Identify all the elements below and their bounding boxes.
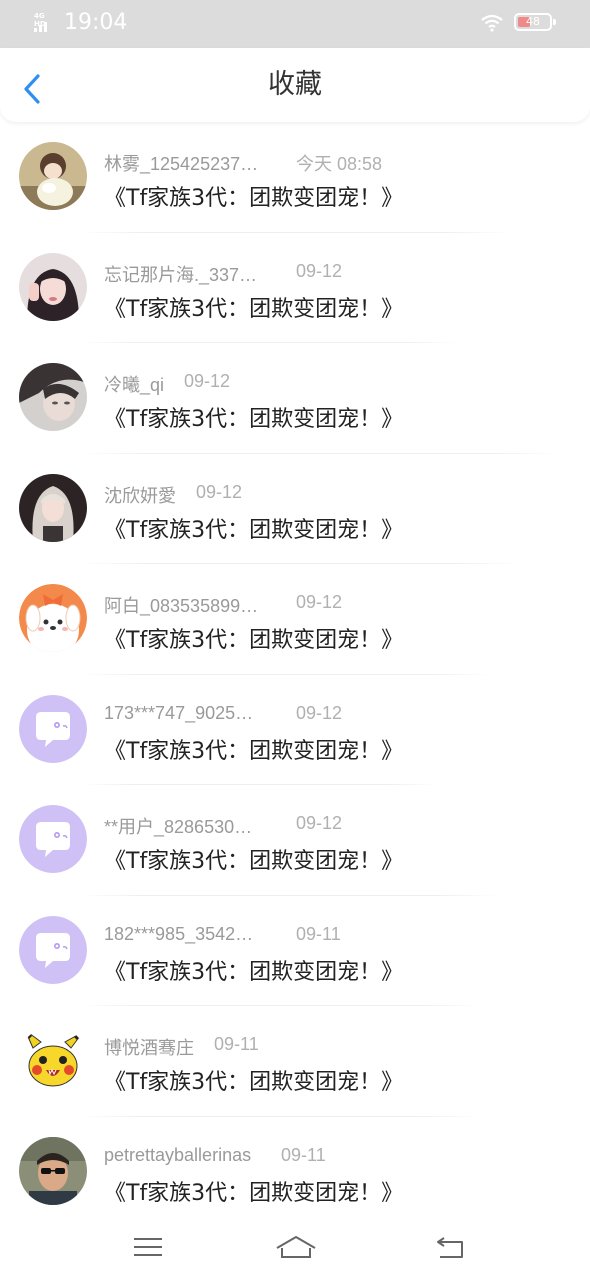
list-item[interactable]: 173***747_9025… 09-12 《Tf家族3代：团欺变团宠！》: [0, 675, 590, 785]
avatar[interactable]: [19, 252, 87, 321]
item-time: 09-12: [296, 260, 343, 281]
list-item[interactable]: petrettayballerinas 09-11 《Tf家族3代：团欺变团宠！》: [0, 1117, 590, 1228]
item-username: 173***747_9025…: [104, 702, 254, 723]
status-bar: 4G HD 19:04 48: [0, 0, 590, 48]
battery-icon: 48: [514, 13, 556, 31]
avatar[interactable]: [19, 915, 87, 984]
item-username: 林雾_125425237…: [104, 154, 259, 174]
list-item[interactable]: **用户_8286530… 09-12 《Tf家族3代：团欺变团宠！》: [0, 785, 590, 896]
item-message: 《Tf家族3代：团欺变团宠！》: [104, 849, 404, 874]
item-username: petrettayballerinas: [104, 1144, 252, 1165]
item-time: 09-12: [296, 702, 343, 723]
wifi-icon: [481, 14, 503, 32]
battery-level: 48: [526, 15, 540, 28]
item-message: 《Tf家族3代：团欺变团宠！》: [104, 407, 404, 432]
avatar[interactable]: [19, 694, 87, 763]
list-item[interactable]: 182***985_3542… 09-11 《Tf家族3代：团欺变团宠！》: [0, 896, 590, 1006]
header: 收藏: [0, 48, 590, 122]
item-username: 阿白_083535899…: [104, 596, 259, 616]
item-username: 182***985_3542…: [104, 923, 254, 944]
item-username: 忘记那片海._337…: [104, 264, 258, 285]
item-time: 09-12: [296, 592, 343, 612]
item-time: 09-11: [281, 1144, 326, 1165]
item-time: 今天 08:58: [296, 154, 383, 174]
avatar[interactable]: [19, 473, 87, 542]
list-item[interactable]: 冷曦_qi 09-12 《Tf家族3代：团欺变团宠！》: [0, 343, 590, 454]
avatar[interactable]: [19, 1026, 87, 1094]
list-item[interactable]: 博悦酒骞庄 09-11 《Tf家族3代：团欺变团宠！》: [0, 1006, 590, 1117]
list-item[interactable]: 沈欣妍愛 09-12 《Tf家族3代：团欺变团宠！》: [0, 454, 590, 564]
status-time: 19:04: [64, 10, 128, 35]
item-message: 《Tf家族3代：团欺变团宠！》: [104, 186, 404, 211]
item-message: 《Tf家族3代：团欺变团宠！》: [104, 517, 404, 543]
item-time: 09-12: [296, 813, 343, 833]
avatar[interactable]: [19, 1136, 87, 1205]
item-message: 《Tf家族3代：团欺变团宠！》: [104, 1180, 404, 1206]
list-item[interactable]: 阿白_083535899… 09-12 《Tf家族3代：团欺变团宠！》: [0, 564, 590, 675]
list-item[interactable]: 忘记那片海._337… 09-12 《Tf家族3代：团欺变团宠！》: [0, 233, 590, 343]
item-time: 09-12: [184, 371, 231, 391]
item-message: 《Tf家族3代：团欺变团宠！》: [104, 1070, 404, 1095]
home-icon[interactable]: [274, 1232, 318, 1262]
page-title: 收藏: [268, 69, 322, 100]
item-username: **用户_8286530…: [104, 817, 253, 837]
back-icon[interactable]: [432, 1232, 472, 1262]
system-nav-bar: [0, 1214, 590, 1280]
item-time: 09-12: [196, 481, 243, 502]
item-username: 沈欣妍愛: [104, 485, 176, 506]
item-username: 冷曦_qi: [104, 375, 165, 395]
item-message: 《Tf家族3代：团欺变团宠！》: [104, 959, 404, 985]
item-username: 博悦酒骞庄: [104, 1038, 194, 1058]
avatar[interactable]: [19, 363, 87, 431]
item-message: 《Tf家族3代：团欺变团宠！》: [104, 738, 404, 764]
item-time: 09-11: [214, 1034, 259, 1054]
signal-icon: 4G HD: [34, 12, 56, 34]
avatar[interactable]: [19, 142, 87, 210]
item-message: 《Tf家族3代：团欺变团宠！》: [104, 296, 404, 322]
favorites-list: 林雾_125425237… 今天 08:58 《Tf家族3代：团欺变团宠！》 忘记那片…: [0, 122, 590, 1227]
item-message: 《Tf家族3代：团欺变团宠！》: [104, 628, 404, 653]
list-item[interactable]: 林雾_125425237… 今天 08:58 《Tf家族3代：团欺变团宠！》: [0, 122, 590, 233]
avatar[interactable]: [19, 584, 87, 652]
item-time: 09-11: [296, 923, 341, 944]
avatar[interactable]: [19, 805, 87, 873]
menu-icon[interactable]: [128, 1232, 168, 1262]
